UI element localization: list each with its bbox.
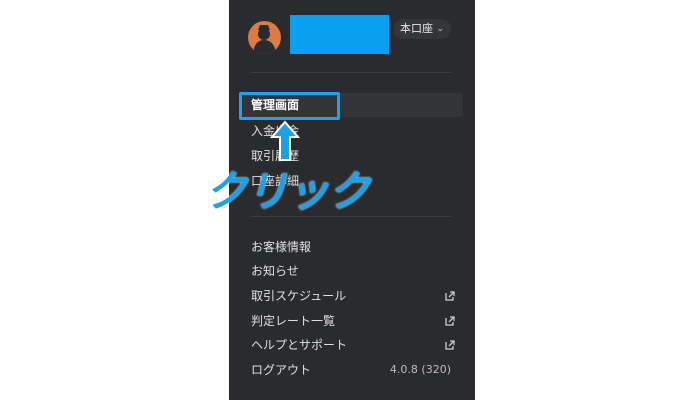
external-link-icon: [445, 340, 455, 350]
menu-item-label: お客様情報: [251, 240, 312, 254]
highlight-box: [239, 92, 340, 120]
menu-item-help-support[interactable]: ヘルプとサポート: [241, 333, 463, 357]
account-switcher-label: 本口座: [400, 22, 433, 35]
account-header: 本口座 ⌄: [229, 0, 475, 72]
menu-item-label: ログアウト: [251, 363, 312, 377]
divider: [251, 72, 451, 73]
app-version: 4.0.8 (320): [389, 363, 451, 376]
avatar[interactable]: [248, 21, 281, 54]
account-switcher[interactable]: 本口座 ⌄: [393, 19, 451, 39]
username-redacted: [290, 15, 389, 54]
arrow-up-icon: [270, 120, 300, 161]
menu-item-label: 取引スケジュール: [251, 289, 347, 303]
menu-item-label: ヘルプとサポート: [251, 338, 348, 352]
menu-item-label: お知らせ: [251, 264, 299, 278]
chevron-down-icon: ⌄: [436, 24, 444, 34]
menu-item-label: 判定レート一覧: [251, 314, 336, 328]
click-annotation-label: クリック: [205, 167, 370, 216]
external-link-icon: [445, 316, 455, 326]
menu-item-logout[interactable]: ログアウト 4.0.8 (320): [241, 358, 463, 382]
menu-item-trade-schedule[interactable]: 取引スケジュール: [241, 284, 463, 308]
user-silhouette-icon: [253, 25, 276, 54]
menu-item-notifications[interactable]: お知らせ: [241, 259, 463, 283]
menu-item-customer-info[interactable]: お客様情報: [241, 235, 463, 259]
divider: [251, 216, 451, 217]
external-link-icon: [445, 291, 455, 301]
menu-item-rate-list[interactable]: 判定レート一覧: [241, 309, 463, 333]
